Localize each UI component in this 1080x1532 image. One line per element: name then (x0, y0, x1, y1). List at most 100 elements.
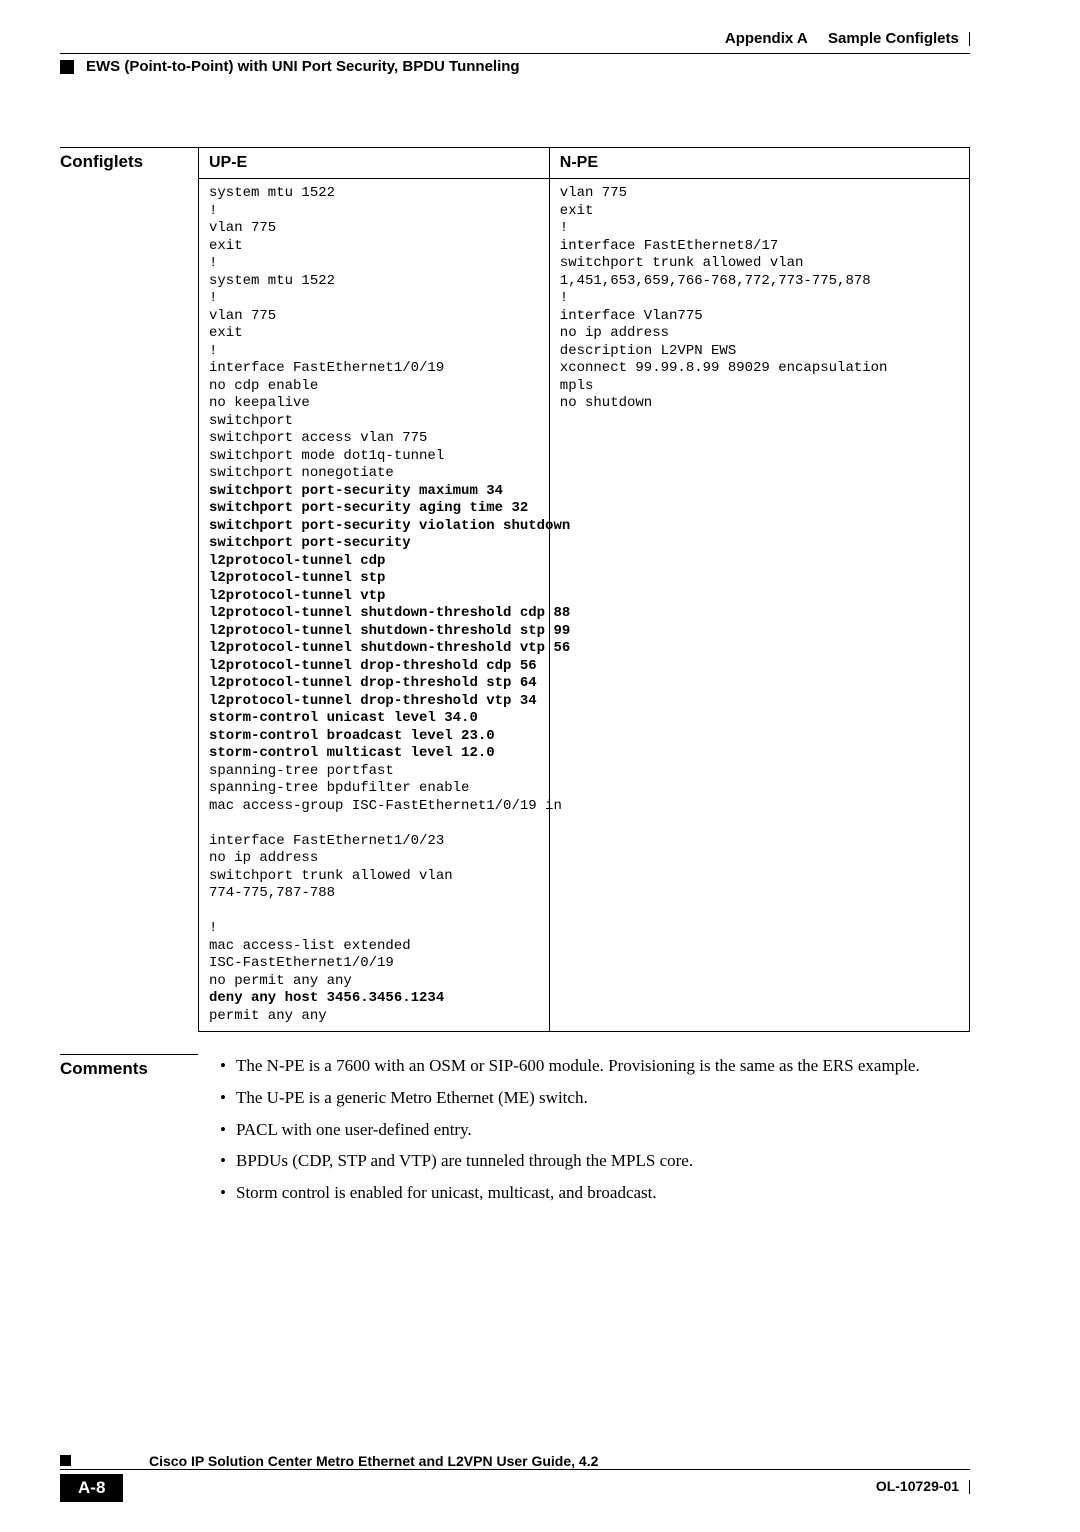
config-line: ! (560, 220, 959, 238)
comments-body: •The N-PE is a 7600 with an OSM or SIP-6… (198, 1054, 970, 1213)
bullet-icon: • (220, 1149, 236, 1173)
config-line: exit (209, 325, 539, 343)
config-line: l2protocol-tunnel shutdown-threshold cdp… (209, 605, 539, 623)
config-line (209, 903, 539, 921)
footer-bottom-row: A-8 OL-10729-01 (60, 1470, 970, 1502)
config-line: vlan 775 (209, 308, 539, 326)
footer-vline (969, 1480, 970, 1494)
chapter-label: Sample Configlets (828, 30, 959, 47)
config-line: switchport mode dot1q-tunnel (209, 448, 539, 466)
config-line: storm-control unicast level 34.0 (209, 710, 539, 728)
config-line: xconnect 99.99.8.99 89029 encapsulation (560, 360, 959, 378)
bullet-icon: • (220, 1054, 236, 1078)
section-label-col: Configlets (60, 147, 198, 1032)
config-line: l2protocol-tunnel vtp (209, 588, 539, 606)
header-row-title: EWS (Point-to-Point) with UNI Port Secur… (60, 58, 970, 75)
config-line: no ip address (560, 325, 959, 343)
doc-id: OL-10729-01 (876, 1478, 970, 1494)
config-line: l2protocol-tunnel shutdown-threshold stp… (209, 623, 539, 641)
document-page: Appendix A Sample Configlets EWS (Point-… (0, 0, 1080, 1532)
bullet-icon: • (220, 1086, 236, 1110)
config-line: deny any host 3456.3456.1234 (209, 990, 539, 1008)
config-line: description L2VPN EWS (560, 343, 959, 361)
configlets-body: UP-E N-PE system mtu 1522!vlan 775exit!s… (198, 147, 970, 1032)
config-line: interface Vlan775 (560, 308, 959, 326)
config-line (209, 815, 539, 833)
configlets-label: Configlets (60, 147, 198, 172)
config-line: switchport trunk allowed vlan (209, 868, 539, 886)
config-line: interface FastEthernet1/0/19 (209, 360, 539, 378)
table-body-row: system mtu 1522!vlan 775exit!system mtu … (199, 179, 970, 1032)
comment-item: •Storm control is enabled for unicast, m… (220, 1181, 970, 1205)
config-line: switchport port-security aging time 32 (209, 500, 539, 518)
header-rule (60, 53, 970, 54)
config-line: ! (209, 203, 539, 221)
table-header-row: UP-E N-PE (199, 148, 970, 179)
config-line: ! (560, 290, 959, 308)
footer-left: Cisco IP Solution Center Metro Ethernet … (60, 1453, 598, 1469)
comment-text: Storm control is enabled for unicast, mu… (236, 1181, 657, 1205)
section-label-col: Comments (60, 1054, 198, 1213)
header-appendix: Appendix A Sample Configlets (60, 30, 970, 47)
config-line: switchport port-security (209, 535, 539, 553)
config-line: ! (209, 290, 539, 308)
comment-text: The U-PE is a generic Metro Ethernet (ME… (236, 1086, 588, 1110)
config-line: spanning-tree bpdufilter enable (209, 780, 539, 798)
config-line: system mtu 1522 (209, 273, 539, 291)
config-line: l2protocol-tunnel drop-threshold stp 64 (209, 675, 539, 693)
comments-section: Comments •The N-PE is a 7600 with an OSM… (60, 1054, 970, 1213)
comment-text: BPDUs (CDP, STP and VTP) are tunneled th… (236, 1149, 693, 1173)
header-vline (969, 32, 970, 46)
config-line: no ip address (209, 850, 539, 868)
config-line: mac access-group ISC-FastEthernet1/0/19 … (209, 798, 539, 816)
config-line: ! (209, 920, 539, 938)
config-line: no permit any any (209, 973, 539, 991)
comment-item: •The U-PE is a generic Metro Ethernet (M… (220, 1086, 970, 1110)
config-line: vlan 775 (209, 220, 539, 238)
col-header-npe: N-PE (549, 148, 969, 179)
config-line: storm-control broadcast level 23.0 (209, 728, 539, 746)
config-line: ! (209, 255, 539, 273)
config-line: ISC-FastEthernet1/0/19 (209, 955, 539, 973)
config-line: interface FastEthernet1/0/23 (209, 833, 539, 851)
configlets-section: Configlets UP-E N-PE system mtu 1522!vla… (60, 147, 970, 1032)
comments-label: Comments (60, 1054, 198, 1079)
config-line: ! (209, 343, 539, 361)
comment-item: •BPDUs (CDP, STP and VTP) are tunneled t… (220, 1149, 970, 1173)
page-title: EWS (Point-to-Point) with UNI Port Secur… (86, 58, 520, 75)
config-line: l2protocol-tunnel drop-threshold cdp 56 (209, 658, 539, 676)
comment-text: PACL with one user-defined entry. (236, 1118, 472, 1142)
bullet-icon: • (220, 1181, 236, 1205)
config-line: l2protocol-tunnel drop-threshold vtp 34 (209, 693, 539, 711)
footer: Cisco IP Solution Center Metro Ethernet … (60, 1453, 970, 1502)
col-header-upe: UP-E (199, 148, 550, 179)
config-line: spanning-tree portfast (209, 763, 539, 781)
config-line: no keepalive (209, 395, 539, 413)
config-line: no shutdown (560, 395, 959, 413)
config-line: mpls (560, 378, 959, 396)
config-table: UP-E N-PE system mtu 1522!vlan 775exit!s… (198, 147, 970, 1032)
config-line: vlan 775 (560, 185, 959, 203)
config-line: interface FastEthernet8/17 (560, 238, 959, 256)
config-line: l2protocol-tunnel cdp (209, 553, 539, 571)
config-line: l2protocol-tunnel stp (209, 570, 539, 588)
config-line: system mtu 1522 (209, 185, 539, 203)
comment-item: •The N-PE is a 7600 with an OSM or SIP-6… (220, 1054, 970, 1078)
header-row-top: Appendix A Sample Configlets (60, 30, 970, 47)
footer-square-icon (60, 1455, 71, 1466)
bullet-icon: • (220, 1118, 236, 1142)
config-line: l2protocol-tunnel shutdown-threshold vtp… (209, 640, 539, 658)
config-line: switchport port-security maximum 34 (209, 483, 539, 501)
config-line: 774-775,787-788 (209, 885, 539, 903)
npe-config-cell: vlan 775exit!interface FastEthernet8/17s… (549, 179, 969, 1032)
upe-config-cell: system mtu 1522!vlan 775exit!system mtu … (199, 179, 550, 1032)
config-line: no cdp enable (209, 378, 539, 396)
appendix-label: Appendix A (725, 30, 807, 47)
footer-title-row: Cisco IP Solution Center Metro Ethernet … (60, 1453, 970, 1469)
page-number: A-8 (60, 1474, 123, 1502)
comment-item: •PACL with one user-defined entry. (220, 1118, 970, 1142)
config-line: permit any any (209, 1008, 539, 1026)
config-line: switchport trunk allowed vlan (560, 255, 959, 273)
comment-text: The N-PE is a 7600 with an OSM or SIP-60… (236, 1054, 920, 1078)
config-line: 1,451,653,659,766-768,772,773-775,878 (560, 273, 959, 291)
